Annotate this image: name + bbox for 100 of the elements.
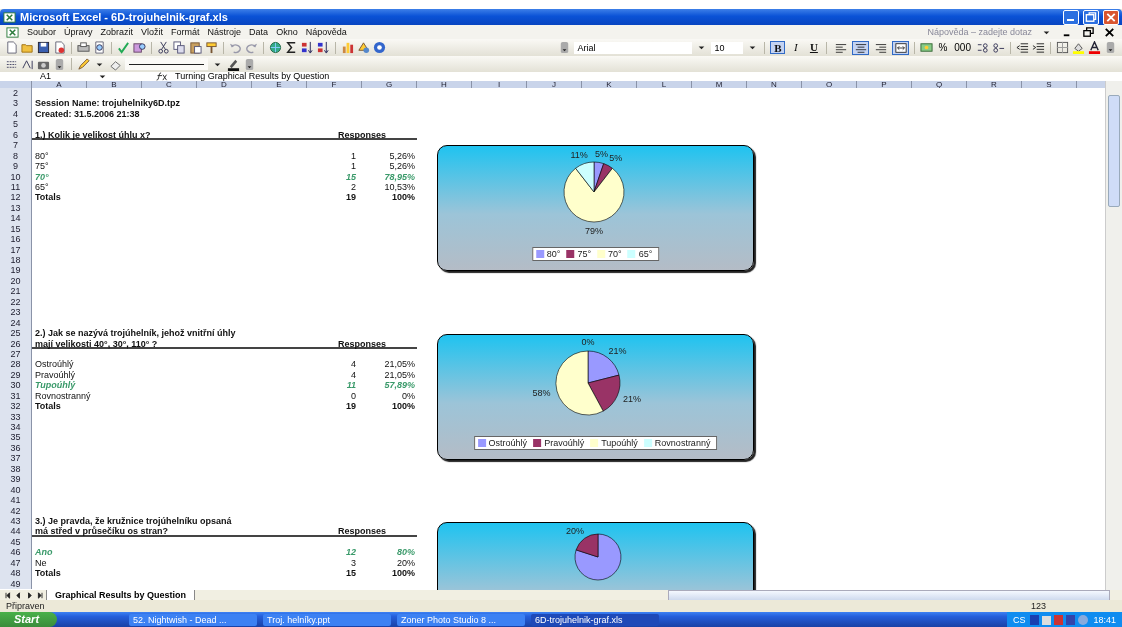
increase-decimal-icon[interactable] xyxy=(976,41,989,54)
decrease-indent-icon[interactable] xyxy=(1016,41,1029,54)
taskbar-button[interactable]: Zoner Photo Studio 8 ... xyxy=(397,613,526,626)
column-header[interactable]: E xyxy=(252,81,307,88)
help-icon[interactable] xyxy=(373,41,386,54)
column-header[interactable]: G xyxy=(362,81,417,88)
row-header[interactable]: 26 xyxy=(0,338,32,349)
menu-item[interactable]: Okno xyxy=(276,27,298,37)
row-header[interactable]: 35 xyxy=(0,432,32,443)
taskbar-button[interactable]: 52. Nightwish - Dead ... xyxy=(129,613,258,626)
taskbar-button[interactable]: Troj. helníky.ppt xyxy=(263,613,392,626)
row-header[interactable]: 43 xyxy=(0,515,32,527)
column-header[interactable]: S xyxy=(1022,81,1077,88)
font-size-field[interactable]: 10 xyxy=(711,41,744,54)
redo-icon[interactable] xyxy=(245,41,258,54)
sheet-navigation-icon[interactable] xyxy=(2,590,46,600)
hyperlink-icon[interactable] xyxy=(269,41,282,54)
drawing-icon[interactable] xyxy=(357,41,370,54)
grip-icon[interactable] xyxy=(1104,41,1117,54)
column-header[interactable]: O xyxy=(802,81,857,88)
chart-icon[interactable] xyxy=(341,41,354,54)
sum-icon[interactable] xyxy=(285,41,298,54)
row-header[interactable]: 18 xyxy=(0,255,32,266)
formula-field[interactable]: Turning Graphical Results by Question xyxy=(175,72,330,81)
column-header[interactable]: C xyxy=(142,81,197,88)
pen-color-icon[interactable] xyxy=(227,57,240,71)
number-format-button[interactable]: 000 xyxy=(952,42,973,53)
column-header[interactable]: P xyxy=(857,81,912,88)
row-header[interactable]: 48 xyxy=(0,568,32,579)
row-header[interactable]: 2 xyxy=(0,88,32,99)
font-style-button[interactable]: B xyxy=(770,41,786,54)
taskbar-button[interactable]: 6D-trojuhelnik-graf.xls xyxy=(531,613,660,626)
permission-icon[interactable] xyxy=(53,41,66,54)
column-header[interactable]: N xyxy=(747,81,802,88)
print-icon[interactable] xyxy=(77,41,90,54)
copy-icon[interactable] xyxy=(173,41,186,54)
close-icon[interactable] xyxy=(1103,25,1116,39)
row-header[interactable]: 27 xyxy=(0,348,32,360)
column-header[interactable]: D xyxy=(197,81,252,88)
row-header[interactable]: 46 xyxy=(0,547,32,558)
font-color-icon[interactable] xyxy=(1088,41,1101,54)
row-header[interactable]: 44 xyxy=(0,526,32,537)
menu-item[interactable]: Formát xyxy=(171,27,200,37)
sort-descending-icon[interactable] xyxy=(317,41,330,54)
row-header[interactable]: 34 xyxy=(0,422,32,433)
row-header[interactable]: 49 xyxy=(0,578,32,589)
menu-item[interactable]: Zobrazit xyxy=(100,27,134,37)
font-name-field[interactable]: Arial xyxy=(574,41,693,54)
merge-center-button[interactable] xyxy=(892,40,910,55)
restore-icon[interactable] xyxy=(1082,25,1095,39)
row-header[interactable]: 21 xyxy=(0,286,32,297)
menu-item[interactable]: Nápověda xyxy=(305,27,347,37)
fill-color-icon[interactable] xyxy=(1072,41,1085,54)
new-document-icon[interactable] xyxy=(5,41,18,54)
row-header[interactable]: 22 xyxy=(0,296,32,308)
column-header[interactable]: J xyxy=(527,81,582,88)
row-header[interactable]: 13 xyxy=(0,202,32,214)
row-header[interactable]: 6 xyxy=(0,129,32,141)
row-header[interactable]: 19 xyxy=(0,265,32,276)
row-header[interactable]: 15 xyxy=(0,223,32,235)
function-icon[interactable] xyxy=(155,72,169,81)
chart-background[interactable]: 0% 21% 58% 21% Ostroúhlý Pravoúhlý Tupoúhlý Rovnostranný xyxy=(437,334,754,460)
decrease-decimal-icon[interactable] xyxy=(992,41,1005,54)
save-icon[interactable] xyxy=(37,41,50,54)
row-header[interactable]: 30 xyxy=(0,380,32,391)
text-direction-icon[interactable] xyxy=(21,57,34,71)
column-header[interactable]: Q xyxy=(912,81,967,88)
paste-icon[interactable] xyxy=(189,41,202,54)
row-header[interactable]: 45 xyxy=(0,536,32,548)
tray-icons-drawing[interactable] xyxy=(1029,613,1090,626)
row-header[interactable]: 41 xyxy=(0,495,32,506)
row-header[interactable]: 25 xyxy=(0,328,32,339)
column-header[interactable]: A xyxy=(32,81,87,88)
column-header[interactable]: L xyxy=(637,81,692,88)
cut-icon[interactable] xyxy=(157,41,170,54)
chart-background[interactable]: 20% xyxy=(437,522,754,590)
spellcheck-icon[interactable] xyxy=(117,41,130,54)
row-header[interactable]: 11 xyxy=(0,181,32,193)
column-header[interactable]: B xyxy=(87,81,142,88)
row-header[interactable]: 10 xyxy=(0,171,32,182)
row-header[interactable]: 23 xyxy=(0,307,32,318)
row-header[interactable]: 14 xyxy=(0,213,32,224)
row-header[interactable]: 9 xyxy=(0,161,32,172)
undo-icon[interactable] xyxy=(229,41,242,54)
column-header[interactable]: I xyxy=(472,81,527,88)
close-button[interactable] xyxy=(1103,9,1119,25)
align-center-button[interactable] xyxy=(852,40,870,55)
row-header[interactable]: 17 xyxy=(0,244,32,255)
excel-icon[interactable] xyxy=(6,25,19,39)
row-header[interactable]: 39 xyxy=(0,474,32,485)
chart-background[interactable]: 11% 5%5% 79% 80° 75° 70° 65° xyxy=(437,145,754,271)
menu-item[interactable]: Úpravy xyxy=(64,27,93,37)
vertical-scrollbar[interactable] xyxy=(1105,81,1122,590)
row-header[interactable]: 24 xyxy=(0,317,32,329)
horizontal-scrollbar[interactable] xyxy=(668,589,1110,601)
row-header[interactable]: 31 xyxy=(0,390,32,402)
row-header[interactable]: 37 xyxy=(0,453,32,464)
minimize-button[interactable] xyxy=(1063,9,1079,25)
row-header[interactable]: 42 xyxy=(0,505,32,516)
research-icon[interactable] xyxy=(133,41,146,54)
